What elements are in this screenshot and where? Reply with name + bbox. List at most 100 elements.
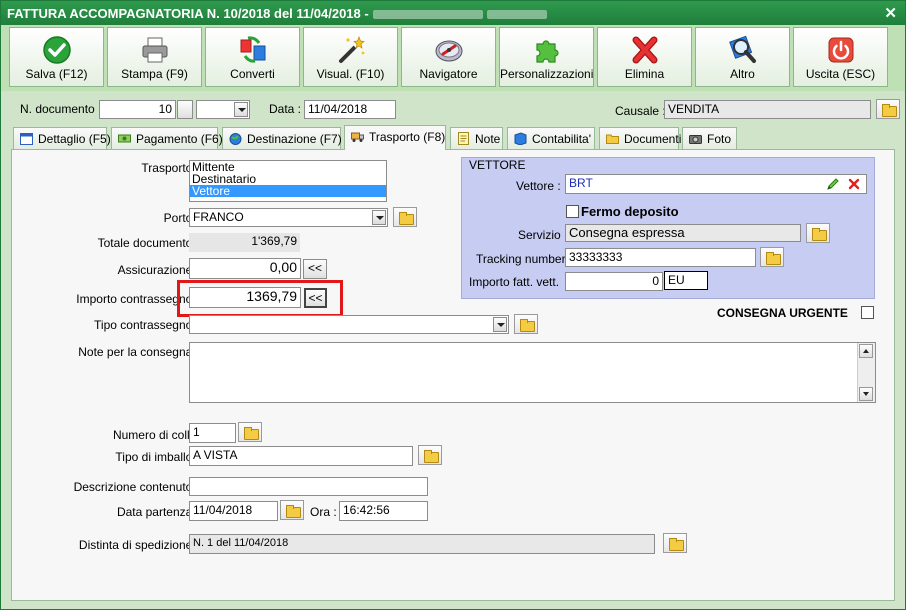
customize-button[interactable]: Personalizzazioni: [499, 27, 594, 87]
convert-button[interactable]: Converti: [205, 27, 300, 87]
distinta-folder-icon[interactable]: [663, 533, 687, 553]
tab-bar: Dettaglio (F5) Pagamento (F6) Destinazio…: [1, 125, 905, 150]
date-input[interactable]: 11/04/2018: [304, 100, 396, 119]
tab-dettaglio[interactable]: Dettaglio (F5): [13, 127, 111, 149]
note-textarea[interactable]: [189, 342, 876, 403]
puzzle-icon: [535, 40, 559, 63]
save-button-label: Salva (F12): [25, 67, 88, 81]
tab-trasporto[interactable]: Trasporto (F8): [344, 125, 446, 150]
tab-foto[interactable]: Foto: [682, 127, 737, 149]
ora-label: Ora :: [310, 505, 337, 519]
descrizione-input[interactable]: [189, 477, 428, 496]
servizio-input[interactable]: Consegna espressa: [565, 224, 801, 242]
chevron-down-icon: [372, 210, 386, 225]
truck-icon: [351, 132, 364, 142]
close-icon[interactable]: ✕: [884, 4, 897, 22]
tab-label: Note: [475, 132, 501, 146]
delete-button[interactable]: Elimina: [597, 27, 692, 87]
imballo-folder-icon[interactable]: [418, 445, 442, 465]
porto-select[interactable]: FRANCO: [189, 208, 388, 227]
ndoc-label: N. documento :: [20, 102, 102, 116]
tracking-folder-icon[interactable]: [760, 247, 784, 267]
tracking-input[interactable]: 33333333: [565, 248, 756, 267]
porto-folder-icon[interactable]: [393, 207, 417, 227]
descrizione-label: Descrizione contenuto :: [73, 480, 199, 494]
pencil-icon[interactable]: [826, 177, 840, 191]
highlight-box: [177, 280, 343, 317]
partenza-folder-icon[interactable]: [280, 500, 304, 520]
porto-select-value: FRANCO: [193, 210, 244, 224]
consegna-urgente-label: CONSEGNA URGENTE: [717, 306, 848, 320]
ndoc-input[interactable]: 10: [99, 100, 176, 119]
compass-icon: [435, 40, 462, 62]
book-icon: [514, 132, 527, 145]
colli-folder-icon[interactable]: [238, 422, 262, 442]
fermo-deposito-checkbox[interactable]: [566, 205, 579, 218]
power-icon: [828, 37, 853, 63]
totale-label: Totale documento :: [97, 236, 199, 250]
importo-vettore-input[interactable]: 0: [565, 272, 663, 291]
main-window: FATTURA ACCOMPAGNATORIA N. 10/2018 del 1…: [0, 0, 906, 610]
convert-button-label: Converti: [230, 67, 275, 81]
exit-button[interactable]: Uscita (ESC): [793, 27, 888, 87]
tab-label: Trasporto (F8): [369, 130, 446, 144]
tipo-contrassegno-folder-icon[interactable]: [514, 314, 538, 334]
totale-value: 1'369,79: [189, 233, 300, 252]
importo-vettore-label: Importo fatt. vett.: [469, 275, 560, 289]
distinta-input[interactable]: N. 1 del 11/04/2018: [189, 534, 655, 554]
vettore-input[interactable]: BRT: [565, 174, 867, 194]
trasporto-listbox[interactable]: Mittente Destinatario Vettore: [189, 160, 387, 202]
scroll-up-icon[interactable]: [859, 344, 873, 358]
globe-icon: [229, 133, 242, 145]
tab-contabilita[interactable]: Contabilita': [507, 127, 595, 149]
partenza-input[interactable]: 11/04/2018: [189, 501, 278, 521]
navigator-button[interactable]: Navigatore: [401, 27, 496, 87]
imballo-input[interactable]: A VISTA: [189, 446, 413, 466]
window-title-text: FATTURA ACCOMPAGNATORIA N. 10/2018 del 1…: [7, 6, 369, 21]
colli-label: Numero di colli :: [112, 428, 199, 442]
tab-destinazione[interactable]: Destinazione (F7): [222, 127, 342, 149]
chevron-down-icon: [493, 317, 507, 332]
ndoc-suffix-button[interactable]: [177, 100, 193, 119]
convert-icon: [240, 36, 265, 63]
tipo-contrassegno-select[interactable]: [189, 315, 509, 334]
servizio-folder-icon[interactable]: [806, 223, 830, 243]
visual-button-label: Visual. (F10): [316, 67, 385, 81]
print-button[interactable]: Stampa (F9): [107, 27, 202, 87]
redacted-text: [486, 10, 547, 20]
fermo-deposito-label: Fermo deposito: [581, 204, 679, 219]
causale-input[interactable]: VENDITA: [664, 100, 871, 119]
scroll-down-icon[interactable]: [859, 387, 873, 401]
assicurazione-copy-button[interactable]: <<: [303, 259, 327, 279]
tab-documenti[interactable]: Documenti: [599, 127, 681, 149]
causale-label: Causale :: [615, 104, 666, 118]
ndoc-series-select[interactable]: [196, 100, 250, 119]
note-scrollbar[interactable]: [857, 343, 875, 402]
causale-folder-icon[interactable]: [876, 99, 900, 119]
visual-button[interactable]: Visual. (F10): [303, 27, 398, 87]
tab-label: Foto: [707, 132, 732, 146]
document-header: N. documento : 10 Data : 11/04/2018 Caus…: [1, 93, 905, 123]
tab-note[interactable]: Note: [450, 127, 503, 149]
tab-label: Dettaglio (F5): [38, 132, 111, 146]
assicurazione-input[interactable]: 0,00: [189, 258, 301, 279]
tab-pagamento[interactable]: Pagamento (F6): [111, 127, 223, 149]
ora-input[interactable]: 16:42:56: [339, 501, 428, 521]
currency-input[interactable]: EU: [664, 271, 708, 290]
more-button-label: Altro: [730, 67, 755, 81]
title-bar: FATTURA ACCOMPAGNATORIA N. 10/2018 del 1…: [1, 1, 905, 25]
more-button[interactable]: Altro: [695, 27, 790, 87]
imballo-label: Tipo di imballo :: [115, 450, 199, 464]
consegna-urgente-checkbox[interactable]: [861, 306, 874, 319]
save-button[interactable]: Salva (F12): [9, 27, 104, 87]
tab-label: Pagamento (F6): [136, 132, 223, 146]
camera-icon: [689, 135, 702, 144]
printer-icon: [142, 37, 167, 63]
magnifier-icon: [728, 35, 756, 63]
vettore-label: Vettore :: [516, 179, 561, 193]
trasporto-option-vettore[interactable]: Vettore: [190, 185, 386, 197]
magic-wand-icon: [338, 36, 365, 63]
date-label: Data :: [269, 102, 302, 116]
colli-input[interactable]: 1: [189, 423, 236, 443]
clear-x-icon[interactable]: [848, 178, 860, 190]
